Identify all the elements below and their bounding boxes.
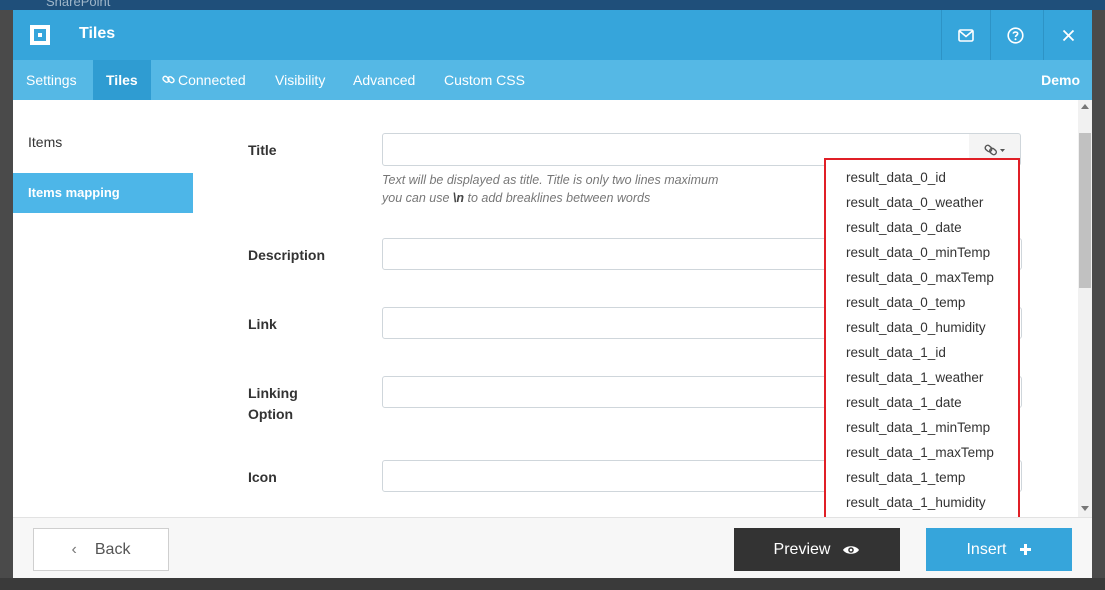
sidebar: Items Items mapping (13, 100, 194, 517)
mail-button[interactable] (941, 10, 990, 60)
demo-label[interactable]: Demo (1041, 60, 1080, 100)
help-line-1: Text will be displayed as title. Title i… (382, 173, 719, 187)
close-icon (1062, 29, 1074, 41)
scroll-thumb[interactable] (1079, 133, 1091, 288)
link-label: Link (248, 316, 277, 332)
title-label: Title (248, 142, 277, 158)
dropdown-option[interactable]: result_data_1_humidity (846, 490, 986, 515)
insert-button[interactable]: Insert (926, 528, 1072, 571)
eye-icon (843, 545, 860, 554)
link-icon (983, 144, 1005, 155)
background-app-title: SharePoint (46, 0, 111, 9)
plus-icon (1019, 544, 1031, 555)
mapping-dropdown-menu: result_data_0_id result_data_0_weather r… (824, 158, 1020, 520)
tab-label: Settings (26, 72, 77, 88)
insert-button-label: Insert (966, 540, 1007, 558)
dropdown-option[interactable]: result_data_1_maxTemp (846, 440, 994, 465)
tab-label: Custom CSS (444, 72, 525, 88)
dropdown-option[interactable]: result_data_0_maxTemp (846, 265, 994, 290)
tiles-dialog: Tiles Settings Tiles Connected Visibilit… (13, 10, 1092, 578)
tab-connected[interactable]: Connected (149, 60, 259, 100)
content-scrollbar[interactable] (1078, 100, 1092, 517)
dropdown-option[interactable]: result_data_1_weather (846, 365, 983, 390)
tab-visibility[interactable]: Visibility (262, 60, 338, 100)
link-icon (162, 75, 175, 84)
background-app-right (1092, 10, 1105, 590)
dropdown-option[interactable]: result_data_1_temp (846, 465, 965, 490)
dropdown-option[interactable]: result_data_1_id (846, 340, 946, 365)
preview-button[interactable]: Preview (734, 528, 900, 571)
dropdown-option[interactable]: result_data_0_id (846, 165, 946, 190)
tab-label: Visibility (275, 72, 326, 88)
dropdown-option[interactable]: result_data_1_date (846, 390, 962, 415)
mail-icon (958, 28, 974, 42)
sidebar-item-items-mapping[interactable]: Items mapping (13, 173, 193, 213)
dropdown-option[interactable]: result_data_0_weather (846, 190, 983, 215)
title-help-text: Text will be displayed as title. Title i… (382, 171, 718, 207)
dropdown-option[interactable]: result_data_1_minTemp (846, 415, 990, 440)
background-app-bottom (0, 578, 1105, 590)
tab-bar: Settings Tiles Connected Visibility Adva… (13, 60, 1092, 100)
tab-tiles[interactable]: Tiles (93, 60, 151, 100)
background-app-topbar: SharePoint (0, 0, 1105, 10)
chevron-left-icon: ‹ (71, 540, 77, 558)
dialog-header: Tiles (13, 10, 1092, 60)
close-button[interactable] (1043, 10, 1092, 60)
tab-label: Connected (178, 72, 246, 88)
description-label: Description (248, 247, 326, 263)
scroll-down-arrow-icon[interactable] (1081, 506, 1089, 511)
help-line-2: you can use \n to add breaklines between… (382, 191, 651, 205)
logo-icon (30, 25, 50, 45)
dropdown-option[interactable]: result_data_0_humidity (846, 315, 986, 340)
tab-custom-css[interactable]: Custom CSS (431, 60, 538, 100)
tab-label: Advanced (353, 72, 416, 88)
background-app-left (0, 10, 13, 590)
sidebar-item-label: Items mapping (28, 185, 120, 200)
sidebar-item-items[interactable]: Items (13, 122, 193, 162)
help-button[interactable] (990, 10, 1039, 60)
icon-label: Icon (248, 469, 277, 485)
dropdown-option[interactable]: result_data_0_minTemp (846, 240, 990, 265)
help-icon (1006, 26, 1024, 44)
linking-option-label: Linking Option (248, 385, 298, 422)
dropdown-option[interactable]: result_data_0_temp (846, 290, 965, 315)
preview-button-label: Preview (773, 540, 831, 558)
tab-advanced[interactable]: Advanced (340, 60, 428, 100)
tab-label: Tiles (106, 72, 138, 88)
scroll-up-arrow-icon[interactable] (1081, 104, 1089, 109)
tab-settings[interactable]: Settings (13, 60, 90, 100)
dialog-footer: ‹ Back Preview Insert (13, 517, 1092, 578)
dropdown-option[interactable]: result_data_0_date (846, 215, 962, 240)
dialog-title: Tiles (79, 25, 116, 42)
sidebar-item-label: Items (28, 134, 63, 150)
back-button-label: Back (94, 540, 131, 558)
back-button[interactable]: ‹ Back (33, 528, 169, 571)
